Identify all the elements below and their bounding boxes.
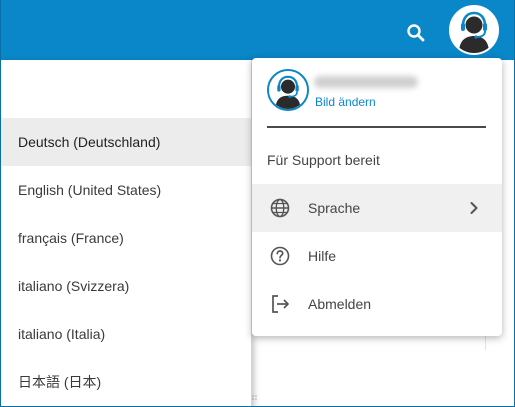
language-option-en-us[interactable]: English (United States) (1, 166, 251, 214)
language-option-label: italiano (Svizzera) (18, 278, 130, 294)
menu-item-help[interactable]: Hilfe (252, 232, 502, 280)
help-circle-icon (269, 245, 291, 267)
menu-item-language[interactable]: Sprache (252, 184, 502, 232)
user-name-redacted (314, 76, 418, 88)
change-picture-link[interactable]: Bild ändern (315, 95, 376, 109)
language-option-label: English (United States) (18, 182, 162, 198)
top-bar (1, 0, 514, 60)
app-window: Deutsch (Deutschland) English (United St… (0, 0, 515, 407)
language-option-ja-jp[interactable]: 日本語 (日本) (1, 358, 251, 406)
menu-item-label: Abmelden (308, 296, 372, 312)
user-avatar-button[interactable] (449, 5, 499, 55)
globe-icon (269, 197, 291, 219)
support-agent-avatar-icon (451, 7, 497, 53)
background-resize-handle (251, 390, 261, 400)
language-option-label: Deutsch (Deutschland) (18, 134, 161, 150)
language-option-fr-fr[interactable]: français (France) (1, 214, 251, 262)
user-menu-divider (267, 126, 486, 128)
language-option-it-it[interactable]: italiano (Italia) (1, 310, 251, 358)
user-menu-avatar[interactable] (267, 69, 309, 111)
availability-status[interactable]: Für Support bereit (267, 152, 380, 168)
language-option-label: français (France) (18, 230, 124, 246)
chevron-right-icon (466, 200, 482, 216)
logout-icon (269, 293, 291, 315)
search-icon[interactable] (405, 22, 427, 44)
support-agent-icon (269, 71, 307, 109)
menu-item-label: Sprache (308, 200, 361, 216)
language-option-label: italiano (Italia) (18, 326, 106, 342)
language-submenu: Deutsch (Deutschland) English (United St… (1, 60, 252, 406)
user-dropdown-menu: Bild ändern Für Support bereit Sprache H… (252, 58, 502, 336)
language-option-it-ch[interactable]: italiano (Svizzera) (1, 262, 251, 310)
menu-item-logout[interactable]: Abmelden (252, 280, 502, 328)
language-option-label: 日本語 (日本) (18, 374, 102, 390)
language-option-de-de[interactable]: Deutsch (Deutschland) (1, 118, 251, 166)
menu-item-label: Hilfe (308, 248, 337, 264)
